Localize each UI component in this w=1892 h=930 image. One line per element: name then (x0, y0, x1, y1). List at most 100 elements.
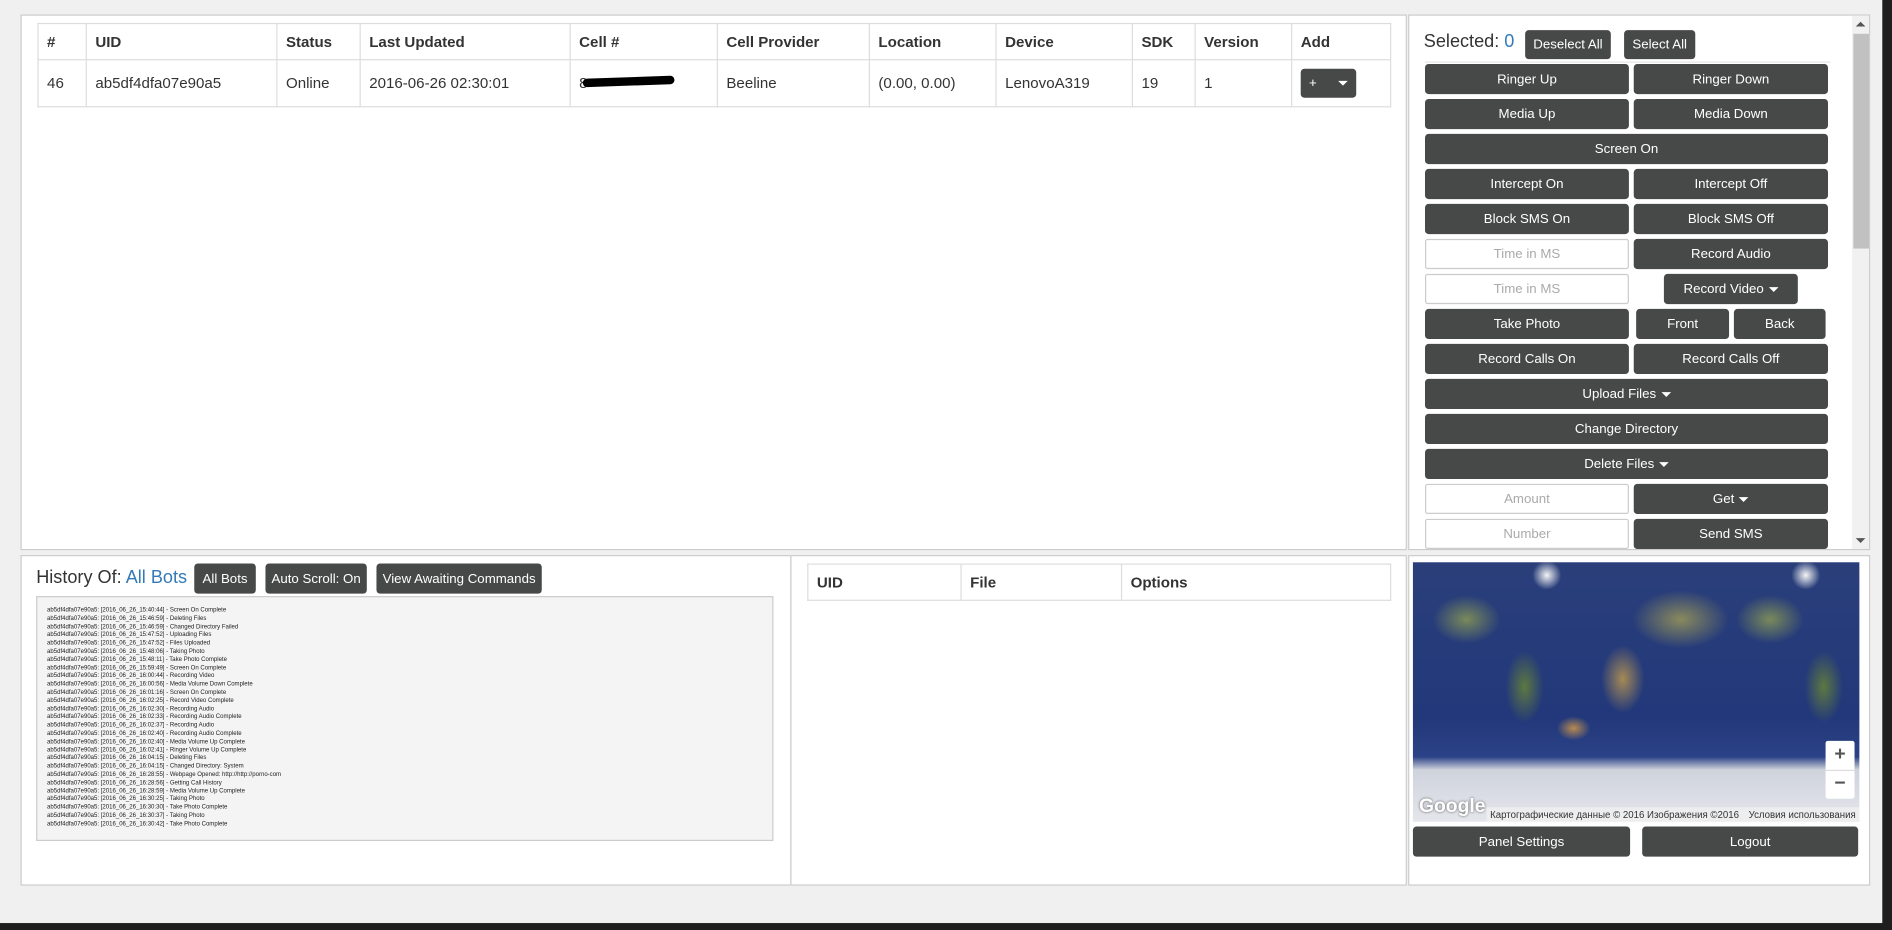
page: # UID Status Last Updated Cell # Cell Pr… (0, 0, 1883, 924)
col-uid: UID (85, 22, 278, 61)
col-device: Device (995, 22, 1133, 61)
map-terms-link[interactable]: Условия использования (1749, 809, 1856, 820)
map-attribution-text: Картографические данные © 2016 Изображен… (1490, 809, 1739, 820)
table-row[interactable]: 46 ab5df4dfa07e90a5 Online 2016-06-26 02… (37, 59, 1392, 108)
auto-scroll-button[interactable]: Auto Scroll: On (265, 563, 367, 594)
sms-number-input[interactable]: Number (1424, 518, 1629, 550)
table-header: UID File Options (807, 563, 1392, 601)
log-line: ab5df4dfa07e90a5: [2016_06_26_16:30:42] … (47, 820, 228, 828)
record-video-label: Record Video (1683, 281, 1764, 297)
upload-files-dropdown[interactable]: Upload Files (1424, 378, 1828, 410)
log-line: ab5df4dfa07e90a5: [2016_06_26_15:46:59] … (47, 623, 239, 631)
col-provider: Cell Provider (716, 22, 870, 61)
google-logo: Google (1418, 796, 1486, 817)
col-cell: Cell # (569, 22, 718, 61)
selected-count: 0 (1504, 31, 1515, 52)
log-line: ab5df4dfa07e90a5: [2016_06_26_16:30:25] … (47, 795, 205, 803)
bot-status: Online (276, 59, 361, 108)
log-line: ab5df4dfa07e90a5: [2016_06_26_15:47:52] … (47, 631, 212, 639)
bot-location: (0.00, 0.00) (868, 59, 997, 108)
delete-files-dropdown[interactable]: Delete Files (1424, 448, 1828, 480)
record-calls-on-button[interactable]: Record Calls On (1424, 343, 1629, 375)
record-audio-button[interactable]: Record Audio (1633, 238, 1828, 270)
take-photo-button[interactable]: Take Photo (1424, 308, 1629, 340)
map-zoom-controls: + − (1825, 740, 1855, 800)
scroll-up-arrow-icon[interactable] (1855, 21, 1866, 27)
bot-sdk: 19 (1131, 59, 1196, 108)
panel-settings-button[interactable]: Panel Settings (1412, 826, 1631, 857)
all-bots-button[interactable]: All Bots (194, 563, 256, 594)
change-directory-button[interactable]: Change Directory (1424, 413, 1828, 445)
block-sms-off-button[interactable]: Block SMS Off (1633, 203, 1828, 235)
log-line: ab5df4dfa07e90a5: [2016_06_26_16:04:15] … (47, 762, 244, 770)
intercept-on-button[interactable]: Intercept On (1424, 168, 1629, 200)
add-label: + (1309, 76, 1317, 91)
log-line: ab5df4dfa07e90a5: [2016_06_26_16:02:40] … (47, 729, 242, 738)
amount-input[interactable]: Amount (1424, 483, 1629, 515)
add-dropdown-button[interactable]: + (1300, 68, 1357, 98)
deselect-all-button[interactable]: Deselect All (1525, 30, 1611, 60)
record-video-dropdown[interactable]: Record Video (1663, 273, 1798, 305)
bot-last-updated: 2016-06-26 02:30:01 (359, 59, 571, 108)
log-line: ab5df4dfa07e90a5: [2016_06_26_16:02:33] … (47, 713, 242, 721)
delete-files-label: Delete Files (1584, 456, 1655, 472)
log-line: ab5df4dfa07e90a5: [2016_06_26_16:28:56] … (47, 779, 222, 787)
ringer-up-button[interactable]: Ringer Up (1424, 63, 1629, 95)
record-calls-off-button[interactable]: Record Calls Off (1633, 343, 1828, 375)
send-sms-button[interactable]: Send SMS (1633, 518, 1828, 550)
history-title-text: History Of: (36, 567, 122, 588)
col-location: Location (868, 22, 997, 61)
files-panel: UID File Options (790, 555, 1407, 886)
log-line: ab5df4dfa07e90a5: [2016_06_26_15:59:49] … (47, 664, 227, 672)
block-sms-on-button[interactable]: Block SMS On (1424, 203, 1629, 235)
front-camera-button[interactable]: Front (1636, 308, 1730, 340)
col-version: Version (1194, 22, 1293, 61)
caret-down-icon (1739, 496, 1749, 502)
selected-label: Selected: 0 (1424, 31, 1515, 52)
log-line: ab5df4dfa07e90a5: [2016_06_26_16:30:30] … (47, 803, 228, 811)
screen-on-button[interactable]: Screen On (1424, 133, 1828, 165)
get-label: Get (1712, 491, 1735, 507)
ringer-down-button[interactable]: Ringer Down (1633, 63, 1828, 95)
controls-scrollbar[interactable] (1852, 15, 1870, 550)
zoom-out-button[interactable]: − (1825, 769, 1855, 800)
col-num: # (37, 22, 87, 61)
log-line: ab5df4dfa07e90a5: [2016_06_26_15:47:52] … (47, 639, 211, 647)
scrollbar-thumb[interactable] (1853, 33, 1870, 249)
get-dropdown[interactable]: Get (1633, 483, 1828, 515)
media-down-button[interactable]: Media Down (1633, 98, 1828, 130)
divider (1424, 61, 1831, 63)
bots-panel: # UID Status Last Updated Cell # Cell Pr… (20, 14, 1407, 551)
media-up-button[interactable]: Media Up (1424, 98, 1629, 130)
zoom-in-button[interactable]: + (1826, 741, 1855, 770)
log-line: ab5df4dfa07e90a5: [2016_06_26_16:28:55] … (47, 770, 282, 779)
scroll-down-arrow-icon[interactable] (1855, 538, 1866, 543)
caret-down-icon (1660, 391, 1671, 397)
log-line: ab5df4dfa07e90a5: [2016_06_26_15:40:44] … (47, 606, 227, 615)
col-add: Add (1291, 22, 1392, 61)
selected-text: Selected: (1423, 31, 1500, 52)
bot-provider: Beeline (716, 59, 870, 108)
log-line: ab5df4dfa07e90a5: [2016_06_26_15:48:11] … (47, 656, 227, 664)
log-line: ab5df4dfa07e90a5: [2016_06_26_16:01:16] … (47, 688, 227, 697)
intercept-off-button[interactable]: Intercept Off (1633, 168, 1828, 200)
col-sdk: SDK (1131, 22, 1196, 61)
map-land (1412, 562, 1860, 822)
history-log[interactable]: ab5df4dfa07e90a5: [2016_06_26_15:40:44] … (36, 596, 774, 842)
world-map[interactable]: Google Картографические данные © 2016 Из… (1412, 562, 1860, 822)
history-target[interactable]: All Bots (126, 567, 187, 588)
video-time-input[interactable]: Time in MS (1424, 273, 1629, 305)
log-line: ab5df4dfa07e90a5: [2016_06_26_15:48:06] … (47, 647, 205, 656)
col-options: Options (1120, 563, 1392, 601)
col-last-updated: Last Updated (359, 22, 571, 61)
bot-version: 1 (1194, 59, 1293, 108)
logout-button[interactable]: Logout (1642, 826, 1859, 857)
audio-time-input[interactable]: Time in MS (1424, 238, 1629, 270)
select-all-button[interactable]: Select All (1624, 30, 1696, 60)
log-line: ab5df4dfa07e90a5: [2016_06_26_16:00:44] … (47, 672, 215, 680)
back-camera-button[interactable]: Back (1733, 308, 1826, 340)
log-line: ab5df4dfa07e90a5: [2016_06_26_16:02:25] … (47, 697, 234, 705)
bot-uid: ab5df4dfa07e90a5 (85, 59, 278, 108)
log-line: ab5df4dfa07e90a5: [2016_06_26_16:04:15] … (47, 754, 207, 762)
view-awaiting-commands-button[interactable]: View Awaiting Commands (376, 563, 542, 594)
